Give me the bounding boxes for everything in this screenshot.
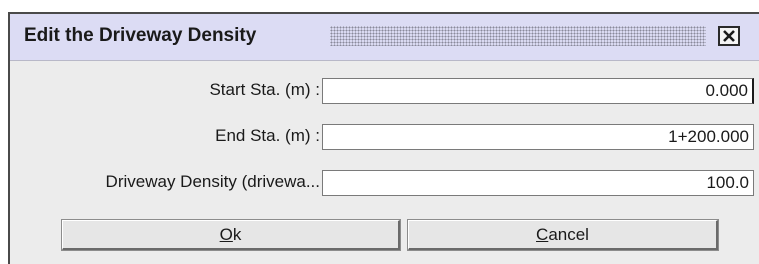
titlebar-drag-pattern: [330, 26, 706, 46]
end-station-label: End Sta. (m) :: [215, 126, 320, 145]
driveway-density-input[interactable]: [322, 170, 754, 196]
cancel-mnemonic: C: [536, 224, 549, 244]
close-button[interactable]: [718, 26, 740, 46]
cancel-label-rest: ancel: [548, 224, 589, 244]
start-station-label: Start Sta. (m) :: [209, 80, 320, 99]
close-icon: [723, 30, 735, 42]
dialog-titlebar[interactable]: Edit the Driveway Density: [10, 14, 759, 61]
ok-mnemonic: O: [219, 224, 233, 244]
start-station-input[interactable]: [322, 78, 754, 104]
driveway-density-label: Driveway Density (drivewa...: [105, 172, 320, 191]
ok-label-rest: k: [232, 224, 242, 244]
end-station-input[interactable]: [322, 124, 754, 150]
dialog-title: Edit the Driveway Density: [24, 25, 257, 46]
ok-button[interactable]: Ok: [61, 219, 401, 251]
edit-driveway-density-dialog: Edit the Driveway Density Start Sta. (m)…: [8, 12, 759, 264]
cancel-button[interactable]: Cancel: [407, 219, 719, 251]
